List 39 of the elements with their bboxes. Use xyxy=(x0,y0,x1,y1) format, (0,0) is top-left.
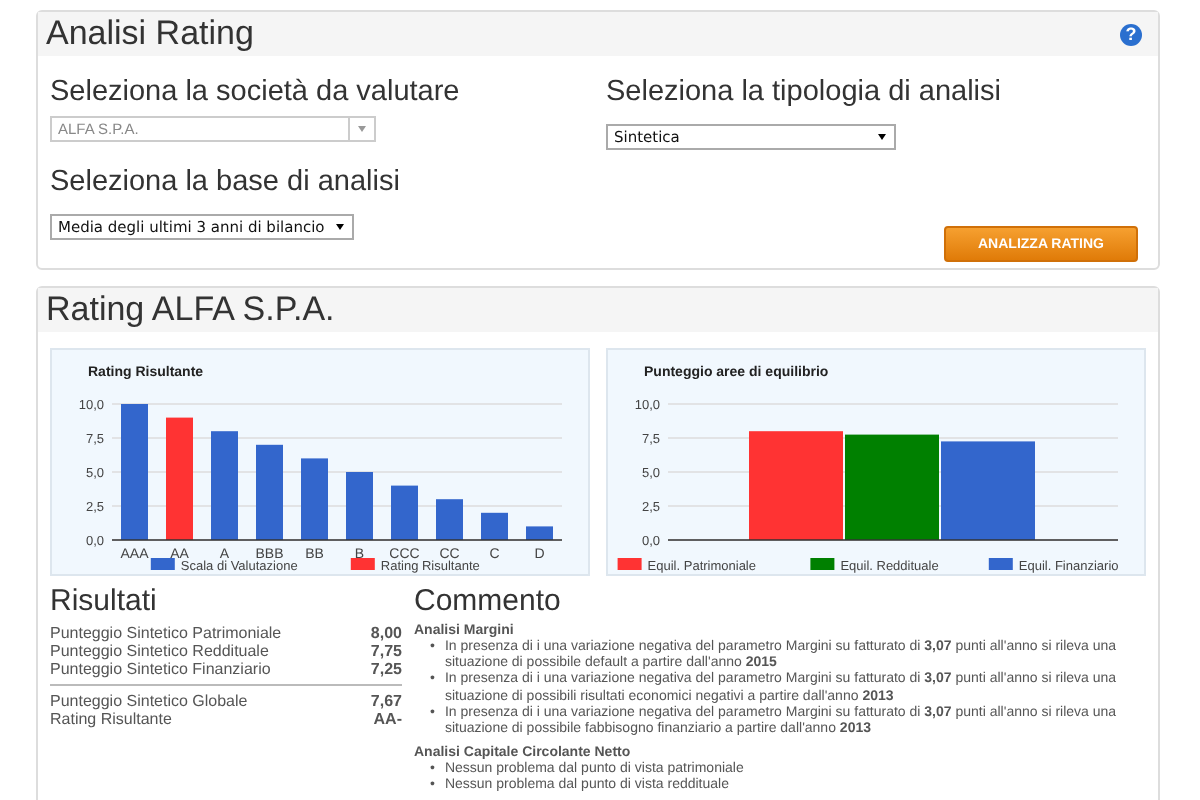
chart-bar xyxy=(121,404,148,540)
panel-title: Rating ALFA S.P.A. xyxy=(46,290,335,330)
chart-bar xyxy=(749,431,843,540)
result-value: AA- xyxy=(373,710,402,728)
field-label: Seleziona la società da valutare xyxy=(50,76,462,110)
caret-icon xyxy=(336,224,345,230)
result-value: 7,75 xyxy=(370,642,402,660)
chart-bar xyxy=(481,512,508,540)
result-value: 7,67 xyxy=(370,692,402,710)
section-title: Commento xyxy=(414,584,563,618)
panel-title: Analisi Rating xyxy=(46,14,254,54)
legend-swatch xyxy=(150,558,175,570)
result-label: Punteggio Sintetico Globale xyxy=(50,692,248,710)
field-label: Seleziona la tipologia di analisi xyxy=(606,76,1003,110)
field-label: Seleziona la base di analisi xyxy=(50,166,402,200)
legend-swatch xyxy=(988,558,1013,570)
result-label: Punteggio Sintetico Reddituale xyxy=(50,642,269,660)
chart-bar xyxy=(301,458,328,540)
result-label: Punteggio Sintetico Finanziario xyxy=(50,660,271,678)
chart-bar xyxy=(346,472,373,540)
chart-bar xyxy=(845,434,939,540)
chart-bar xyxy=(391,485,418,540)
chart-bar xyxy=(526,526,553,540)
chart-bar xyxy=(166,417,193,540)
result-value: 8,00 xyxy=(370,624,402,642)
chart-bar xyxy=(211,431,238,540)
legend-swatch xyxy=(617,558,642,570)
result-value: 7,25 xyxy=(370,660,402,678)
result-label: Rating Risultante xyxy=(50,710,172,728)
chart-bar xyxy=(436,499,463,540)
chart-bar xyxy=(256,444,283,540)
caret-icon xyxy=(358,126,366,132)
legend-swatch xyxy=(810,558,835,570)
section-title: Risultati xyxy=(50,584,159,618)
legend-swatch xyxy=(350,558,375,570)
help-icon[interactable]: ? xyxy=(1120,23,1142,45)
chart-bar xyxy=(941,441,1035,540)
result-label: Punteggio Sintetico Patrimoniale xyxy=(50,624,282,642)
caret-icon xyxy=(878,134,886,140)
